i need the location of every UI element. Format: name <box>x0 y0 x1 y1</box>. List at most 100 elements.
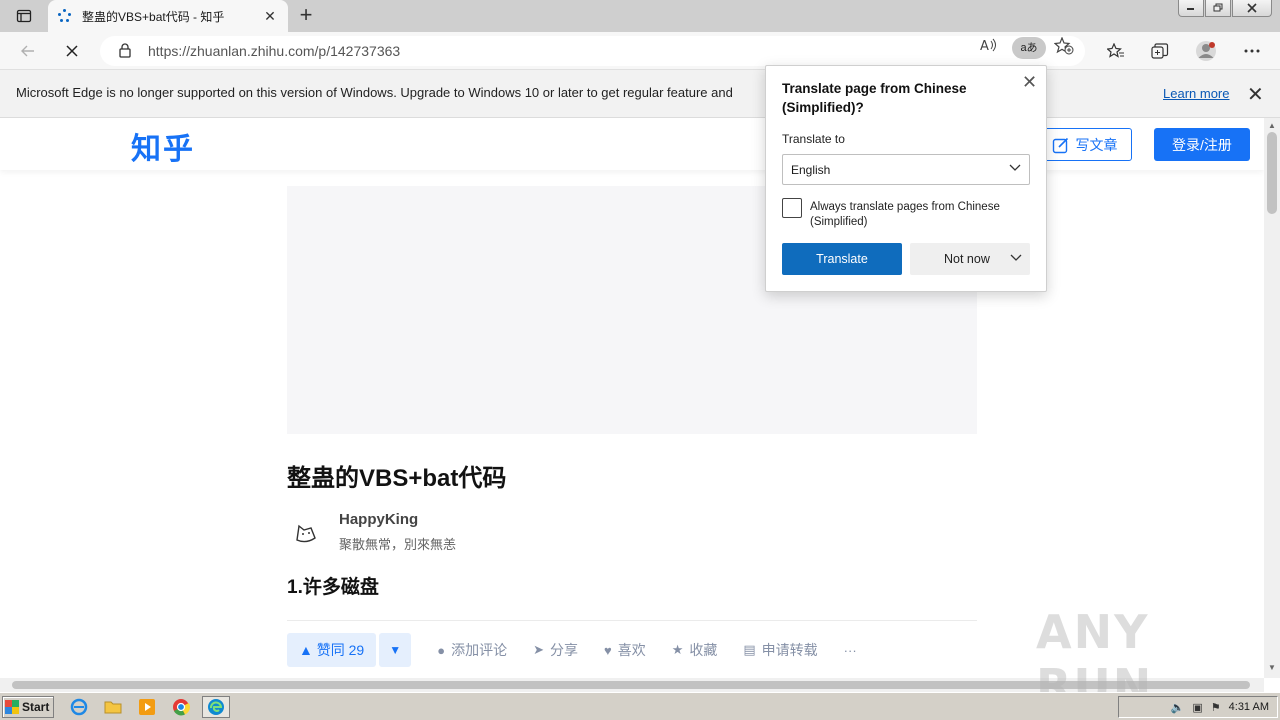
add-favorite-button[interactable] <box>1053 36 1074 60</box>
windows-logo-icon <box>5 700 19 714</box>
edge-taskbar-icon[interactable] <box>202 696 230 718</box>
repost-request-label: 申请转载 <box>761 642 818 658</box>
collect-button[interactable]: ★ 收藏 <box>672 640 718 660</box>
write-article-button[interactable]: 写文章 <box>1037 128 1132 161</box>
heart-icon: ♥ <box>603 642 612 658</box>
more-icon: ··· <box>843 642 857 658</box>
zhihu-logo[interactable]: 知乎 <box>131 124 195 168</box>
back-arrow-icon <box>21 45 34 57</box>
tab-title: 整蛊的VBS+bat代码 - 知乎 <box>82 9 225 24</box>
add-comment-button[interactable]: ● 添加评论 <box>437 640 507 660</box>
vertical-scrollbar[interactable]: ▲ ▼ <box>1264 118 1280 678</box>
zhihu-loading-icon <box>58 9 72 23</box>
zhihu-header: 知乎 写文章 登录/注册 <box>0 118 1264 170</box>
url-text: https://zhuanlan.zhihu.com/p/142737363 <box>148 43 401 59</box>
browser-tab[interactable]: 整蛊的VBS+bat代码 - 知乎 ✕ <box>48 0 288 32</box>
browser-toolbar: https://zhuanlan.zhihu.com/p/142737363 A… <box>0 32 1280 70</box>
avatar-icon <box>1196 41 1216 61</box>
author-avatar[interactable] <box>293 520 321 548</box>
translate-to-label: Translate to <box>782 132 845 146</box>
read-aloud-icon: A <box>980 38 996 54</box>
action-center-flag-icon[interactable]: ⚑ <box>1211 701 1221 714</box>
web-page: 知乎 写文章 登录/注册 整蛊的VBS+bat代码 HappyKing 聚散無常… <box>0 118 1264 678</box>
svg-text:A: A <box>980 39 989 53</box>
comment-icon: ● <box>437 642 446 658</box>
always-translate-label: Always translate pages from Chinese (Sim… <box>810 201 1000 228</box>
system-tray: 🔈 ▣ ⚑ 4:31 AM <box>1118 696 1278 718</box>
close-window-button[interactable] <box>1232 0 1272 17</box>
stop-loading-button[interactable] <box>58 38 86 64</box>
share-label: 分享 <box>549 642 578 658</box>
translate-popup-close-button[interactable]: ✕ <box>1022 72 1037 93</box>
translate-page-button[interactable]: aあ <box>1012 37 1046 59</box>
author-avatar-icon <box>296 524 316 543</box>
star-icon: ★ <box>671 642 684 657</box>
not-now-button[interactable]: Not now <box>910 243 1030 275</box>
write-article-label: 写文章 <box>1075 136 1118 153</box>
selected-language: English <box>791 162 831 177</box>
collections-button[interactable] <box>1146 38 1174 64</box>
translate-popup: Translate page from Chinese (Simplified)… <box>765 65 1047 292</box>
share-icon: ➤ <box>533 642 544 657</box>
author-name[interactable]: HappyKing <box>339 511 418 528</box>
start-label: Start <box>22 700 50 714</box>
tab-close-button[interactable]: ✕ <box>262 8 278 25</box>
profile-button[interactable] <box>1192 38 1220 64</box>
back-button[interactable] <box>14 38 42 64</box>
scroll-up-arrow-icon[interactable]: ▲ <box>1268 121 1276 130</box>
vertical-scroll-thumb[interactable] <box>1267 132 1277 214</box>
tab-bar: 整蛊的VBS+bat代码 - 知乎 ✕ + <box>0 0 1280 32</box>
read-aloud-button[interactable]: A <box>980 37 998 56</box>
author-bio: 聚散無常，別來無恙 <box>339 537 457 552</box>
volume-icon[interactable]: 🔈 <box>1171 701 1185 714</box>
chrome-icon[interactable] <box>170 697 192 717</box>
edit-icon <box>1052 137 1068 153</box>
stop-icon <box>66 45 78 57</box>
more-dots-icon <box>1244 49 1260 53</box>
unsupported-os-notification: Microsoft Edge is no longer supported on… <box>0 70 1280 118</box>
media-player-icon[interactable] <box>136 697 158 717</box>
collections-icon <box>1151 43 1169 59</box>
like-button[interactable]: ♥ 喜欢 <box>604 640 646 660</box>
new-tab-button[interactable]: + <box>294 4 318 28</box>
section-heading: 1.许多磁盘 <box>287 577 379 598</box>
share-button[interactable]: ➤ 分享 <box>533 640 578 660</box>
article-title: 整蛊的VBS+bat代码 <box>287 465 507 492</box>
tab-actions-button[interactable] <box>8 4 40 28</box>
collect-label: 收藏 <box>689 642 718 658</box>
address-bar[interactable]: https://zhuanlan.zhihu.com/p/142737363 <box>100 36 1085 66</box>
tab-actions-icon <box>16 9 32 23</box>
chevron-down-icon[interactable] <box>1010 251 1022 266</box>
file-explorer-icon[interactable] <box>102 697 124 717</box>
translate-popup-heading: Translate page from Chinese (Simplified)… <box>782 81 967 115</box>
notification-message: Microsoft Edge is no longer supported on… <box>16 85 733 100</box>
language-select[interactable]: English <box>782 154 1030 185</box>
start-button[interactable]: Start <box>2 696 54 718</box>
always-translate-checkbox[interactable] <box>782 198 802 218</box>
downvote-button[interactable]: ▼ <box>379 633 412 667</box>
minimize-button[interactable] <box>1178 0 1204 17</box>
login-register-button[interactable]: 登录/注册 <box>1154 128 1250 161</box>
content-divider <box>287 620 977 621</box>
lock-icon <box>118 42 132 61</box>
chevron-down-icon <box>1009 161 1021 176</box>
repost-icon: ▤ <box>743 642 756 657</box>
windows-taskbar: Start 🔈 ▣ ⚑ 4:31 AM <box>0 692 1280 720</box>
learn-more-link[interactable]: Learn more <box>1163 86 1229 101</box>
translate-button[interactable]: Translate <box>782 243 902 275</box>
more-actions-button[interactable]: ··· <box>844 643 863 658</box>
internet-explorer-icon[interactable] <box>68 697 90 717</box>
clock[interactable]: 4:31 AM <box>1229 701 1269 713</box>
favorites-icon <box>1107 43 1124 58</box>
repost-request-button[interactable]: ▤ 申请转载 <box>743 640 817 660</box>
article-action-bar: ▲ 赞同 29 ▼ ● 添加评论 ➤ 分享 ♥ 喜欢 ★ 收藏 ▤ 申请转载 ·… <box>287 633 863 667</box>
favorites-button[interactable] <box>1102 38 1130 64</box>
settings-more-button[interactable] <box>1238 38 1266 64</box>
maximize-button[interactable] <box>1205 0 1231 17</box>
not-now-label: Not now <box>944 252 990 266</box>
notification-close-button[interactable]: ✕ <box>1247 82 1264 107</box>
network-icon[interactable]: ▣ <box>1192 701 1202 714</box>
upvote-button[interactable]: ▲ 赞同 29 <box>287 633 377 667</box>
like-label: 喜欢 <box>617 642 646 658</box>
add-comment-label: 添加评论 <box>451 642 508 658</box>
